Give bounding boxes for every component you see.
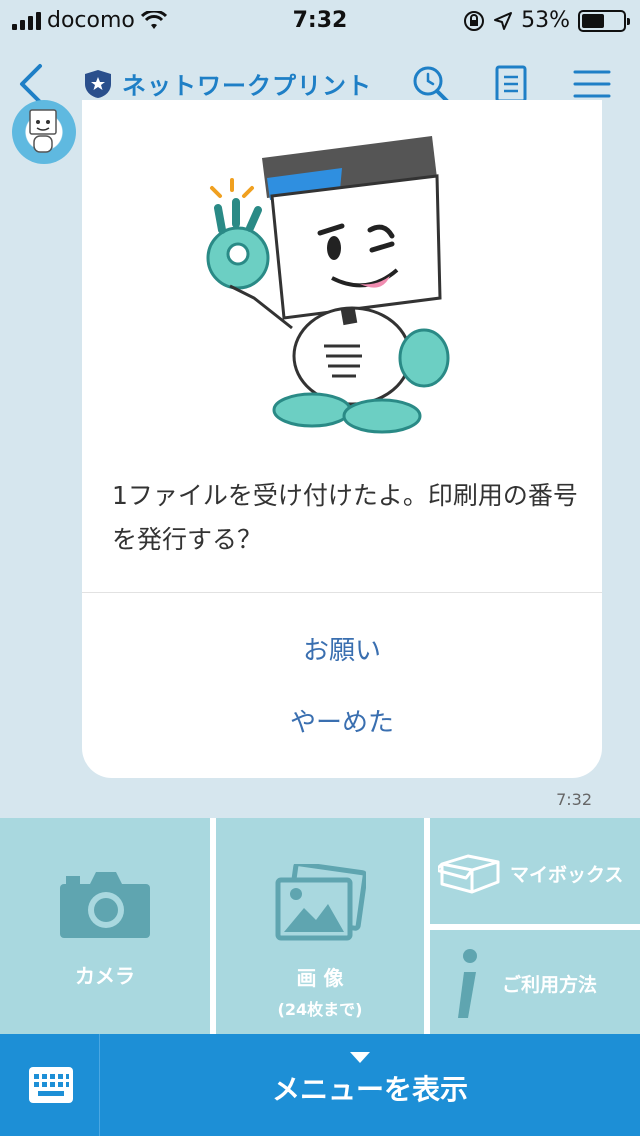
keyboard-button[interactable] bbox=[0, 1034, 100, 1136]
message-timestamp: 7:32 bbox=[556, 790, 592, 809]
bubble-divider bbox=[82, 592, 602, 593]
menu-toggle-button[interactable]: メニューを表示 bbox=[100, 1034, 640, 1136]
page-title: ネットワークプリント bbox=[122, 72, 372, 100]
info-icon bbox=[458, 949, 477, 1018]
rich-menu-image[interactable]: 画 像 (24枚まで) bbox=[216, 818, 424, 1034]
chevron-down-icon bbox=[350, 1052, 370, 1063]
image-icon bbox=[275, 864, 366, 941]
menu-icon[interactable] bbox=[572, 64, 612, 104]
action-button-yameta[interactable]: やーめた bbox=[82, 702, 602, 739]
status-right: 53% bbox=[463, 8, 630, 33]
rich-menu: カメラ 画 像 (24枚まで) マイボックス ご利用方法 bbox=[0, 818, 640, 1034]
nav-title-group: ネットワークプリント bbox=[84, 66, 372, 101]
rotation-lock-icon bbox=[464, 10, 485, 31]
image-sublabel: (24枚まで) bbox=[277, 1000, 363, 1019]
battery-icon bbox=[578, 9, 630, 32]
mascot-avatar-icon bbox=[29, 109, 57, 153]
action-button-onegai[interactable]: お願い bbox=[82, 630, 602, 667]
status-bar: docomo 7:32 53% bbox=[0, 0, 640, 42]
howto-label: ご利用方法 bbox=[502, 974, 598, 996]
mybox-label: マイボックス bbox=[510, 864, 624, 886]
avatar[interactable] bbox=[12, 100, 76, 164]
battery-percent: 53% bbox=[521, 8, 570, 33]
image-label: 画 像 bbox=[296, 966, 344, 990]
box-icon bbox=[438, 854, 500, 894]
bottom-bar: メニューを表示 bbox=[0, 1034, 640, 1136]
message-text: 1ファイルを受け付けたよ。印刷用の番号を発行する？ bbox=[112, 481, 578, 554]
notes-icon[interactable] bbox=[492, 64, 532, 104]
rich-menu-mybox[interactable]: マイボックス bbox=[430, 818, 640, 924]
camera-icon bbox=[60, 872, 150, 938]
official-shield-icon bbox=[85, 69, 111, 98]
menu-toggle-label: メニューを表示 bbox=[271, 1073, 468, 1106]
camera-label: カメラ bbox=[75, 964, 135, 988]
rich-menu-camera[interactable]: カメラ bbox=[0, 818, 210, 1034]
message-bubble: 1ファイルを受け付けたよ。印刷用の番号を発行する？ お願い やーめた bbox=[82, 100, 602, 778]
search-icon[interactable] bbox=[410, 64, 450, 104]
printer-mascot-image bbox=[206, 136, 450, 434]
keyboard-icon bbox=[29, 1067, 73, 1103]
rich-menu-howto[interactable]: ご利用方法 bbox=[430, 930, 640, 1034]
location-icon bbox=[494, 11, 513, 30]
